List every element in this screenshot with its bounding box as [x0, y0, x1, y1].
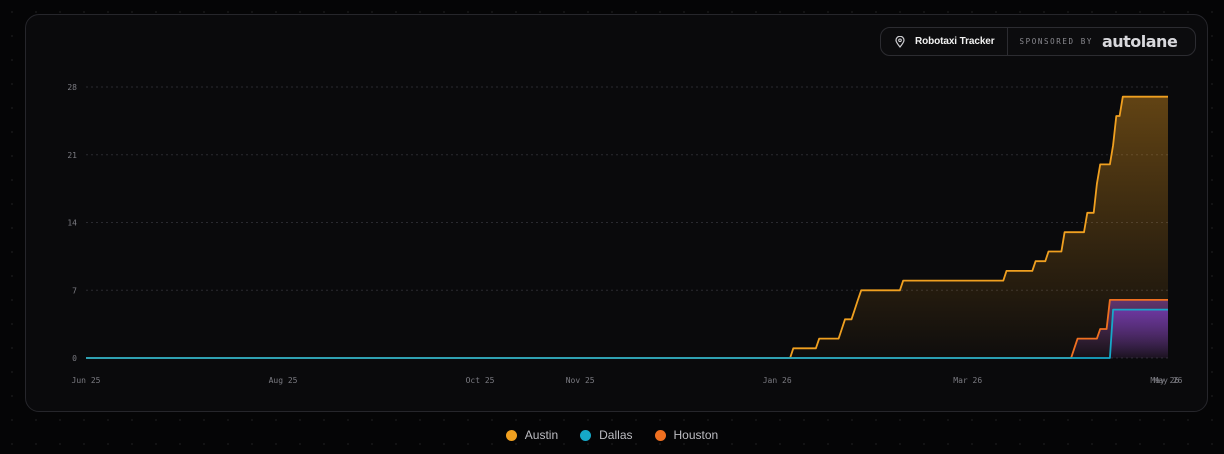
line-chart: 0 7 14 21 28 Jun 25 Aug 25 Oct 25 Nov 25 Jan 26 M…: [67, 83, 1183, 385]
series-areas: [86, 96, 1168, 358]
legend-label-dallas: Dallas: [599, 428, 633, 442]
x-tick-label: Mar 26: [953, 376, 982, 385]
y-tick-label: 7: [72, 286, 77, 295]
y-tick-label: 14: [67, 219, 77, 228]
x-tick-label: May 26: [1154, 376, 1183, 385]
legend-item-dallas[interactable]: Dallas: [580, 428, 633, 442]
austin-swatch: [505, 429, 517, 441]
x-axis-ticks: Jun 25 Aug 25 Oct 25 Nov 25 Jan 26 Mar 26 May …: [72, 376, 1183, 385]
dallas-swatch: [580, 429, 592, 441]
x-tick-label: Aug 25: [269, 376, 298, 385]
x-tick-label: Jun 25: [72, 376, 101, 385]
series-area-austin: [86, 96, 1168, 358]
legend-item-austin[interactable]: Austin: [505, 428, 559, 442]
legend-item-houston[interactable]: Houston: [654, 428, 719, 442]
x-tick-label: Nov 25: [566, 376, 595, 385]
legend-label-houston: Houston: [673, 428, 719, 442]
y-tick-label: 0: [72, 354, 77, 363]
y-tick-label: 21: [67, 151, 77, 160]
legend: Austin Dallas Houston: [0, 428, 1224, 442]
y-axis-ticks: 0 7 14 21 28: [67, 83, 77, 363]
houston-swatch: [654, 429, 666, 441]
y-tick-label: 28: [67, 83, 77, 92]
legend-label-austin: Austin: [524, 428, 559, 442]
x-tick-label: Oct 25: [466, 376, 495, 385]
x-tick-label: Jan 26: [763, 376, 792, 385]
